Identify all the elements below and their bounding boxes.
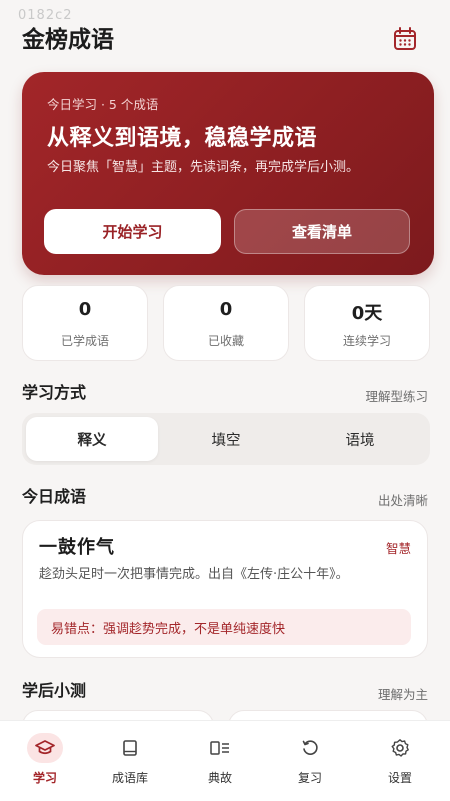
start-learning-button[interactable]: 开始学习 xyxy=(44,209,221,254)
refresh-icon xyxy=(292,733,328,763)
stat-value: 0 xyxy=(219,299,233,320)
tab-label: 典故 xyxy=(207,771,232,785)
idiom-tag: 智慧 xyxy=(385,541,411,556)
stat-value: 0天 xyxy=(351,303,383,324)
view-list-button[interactable]: 查看清单 xyxy=(234,209,410,254)
today-idiom-title: 今日成语 xyxy=(22,487,87,506)
idiom-card[interactable]: 一鼓作气 智慧 趁劲头足时一次把事情完成。出自《左传·庄公十年》。 易错点：强调… xyxy=(22,520,428,658)
today-idiom-note: 出处清晰 xyxy=(377,493,428,508)
tab-settings[interactable]: 设置 xyxy=(360,721,440,801)
idiom-definition: 趁劲头足时一次把事情完成。出自《左传·庄公十年》。 xyxy=(39,567,349,582)
tab-study[interactable]: 学习 xyxy=(5,721,85,801)
bottom-tab-bar: 学习 成语库 典故 复习 设置 xyxy=(0,720,450,801)
study-mode-note: 理解型练习 xyxy=(365,389,428,404)
tab-label: 复习 xyxy=(297,771,322,785)
quiz-title: 学后小测 xyxy=(22,681,87,700)
mode-option-fill-blank[interactable]: 填空 xyxy=(160,417,292,461)
tab-label: 设置 xyxy=(387,771,412,785)
tab-label: 成语库 xyxy=(111,771,148,785)
stat-label: 已学成语 xyxy=(60,334,109,348)
hero-description: 今日聚焦「智慧」主题，先读词条，再完成学后小测。 xyxy=(47,160,360,175)
mode-option-context[interactable]: 语境 xyxy=(294,417,426,461)
idiom-name: 一鼓作气 xyxy=(39,537,115,558)
app-title: 金榜成语 xyxy=(22,27,114,53)
study-mode-title: 学习方式 xyxy=(22,383,87,402)
stat-value: 0 xyxy=(78,299,92,320)
reader-icon xyxy=(202,733,238,763)
stat-label: 已收藏 xyxy=(207,334,244,348)
stat-label: 连续学习 xyxy=(342,334,391,348)
tab-idiom-library[interactable]: 成语库 xyxy=(90,721,170,801)
stat-learned: 0 已学成语 xyxy=(22,285,148,361)
graduation-cap-icon xyxy=(27,733,63,763)
hero-headline: 从释义到语境，稳稳学成语 xyxy=(47,126,318,151)
book-icon xyxy=(112,733,148,763)
hero-card: 今日学习 · 5 个成语 从释义到语境，稳稳学成语 今日聚焦「智慧」主题，先读词… xyxy=(22,72,434,275)
calendar-icon[interactable] xyxy=(392,26,418,52)
tab-label: 学习 xyxy=(32,771,57,785)
mode-option-definition[interactable]: 释义 xyxy=(26,417,158,461)
stat-streak: 0天 连续学习 xyxy=(304,285,430,361)
gear-icon xyxy=(382,733,418,763)
stat-favorited: 0 已收藏 xyxy=(163,285,289,361)
common-mistake-tip: 易错点：强调趁势完成，不是单纯速度快 xyxy=(37,609,411,645)
hero-eyebrow: 今日学习 · 5 个成语 xyxy=(47,97,159,112)
study-mode-segmented-control: 释义 填空 语境 xyxy=(22,413,430,465)
tip-text: 易错点：强调趁势完成，不是单纯速度快 xyxy=(51,621,286,637)
tab-review[interactable]: 复习 xyxy=(270,721,350,801)
tab-allusions[interactable]: 典故 xyxy=(180,721,260,801)
quiz-note: 理解为主 xyxy=(377,687,428,702)
